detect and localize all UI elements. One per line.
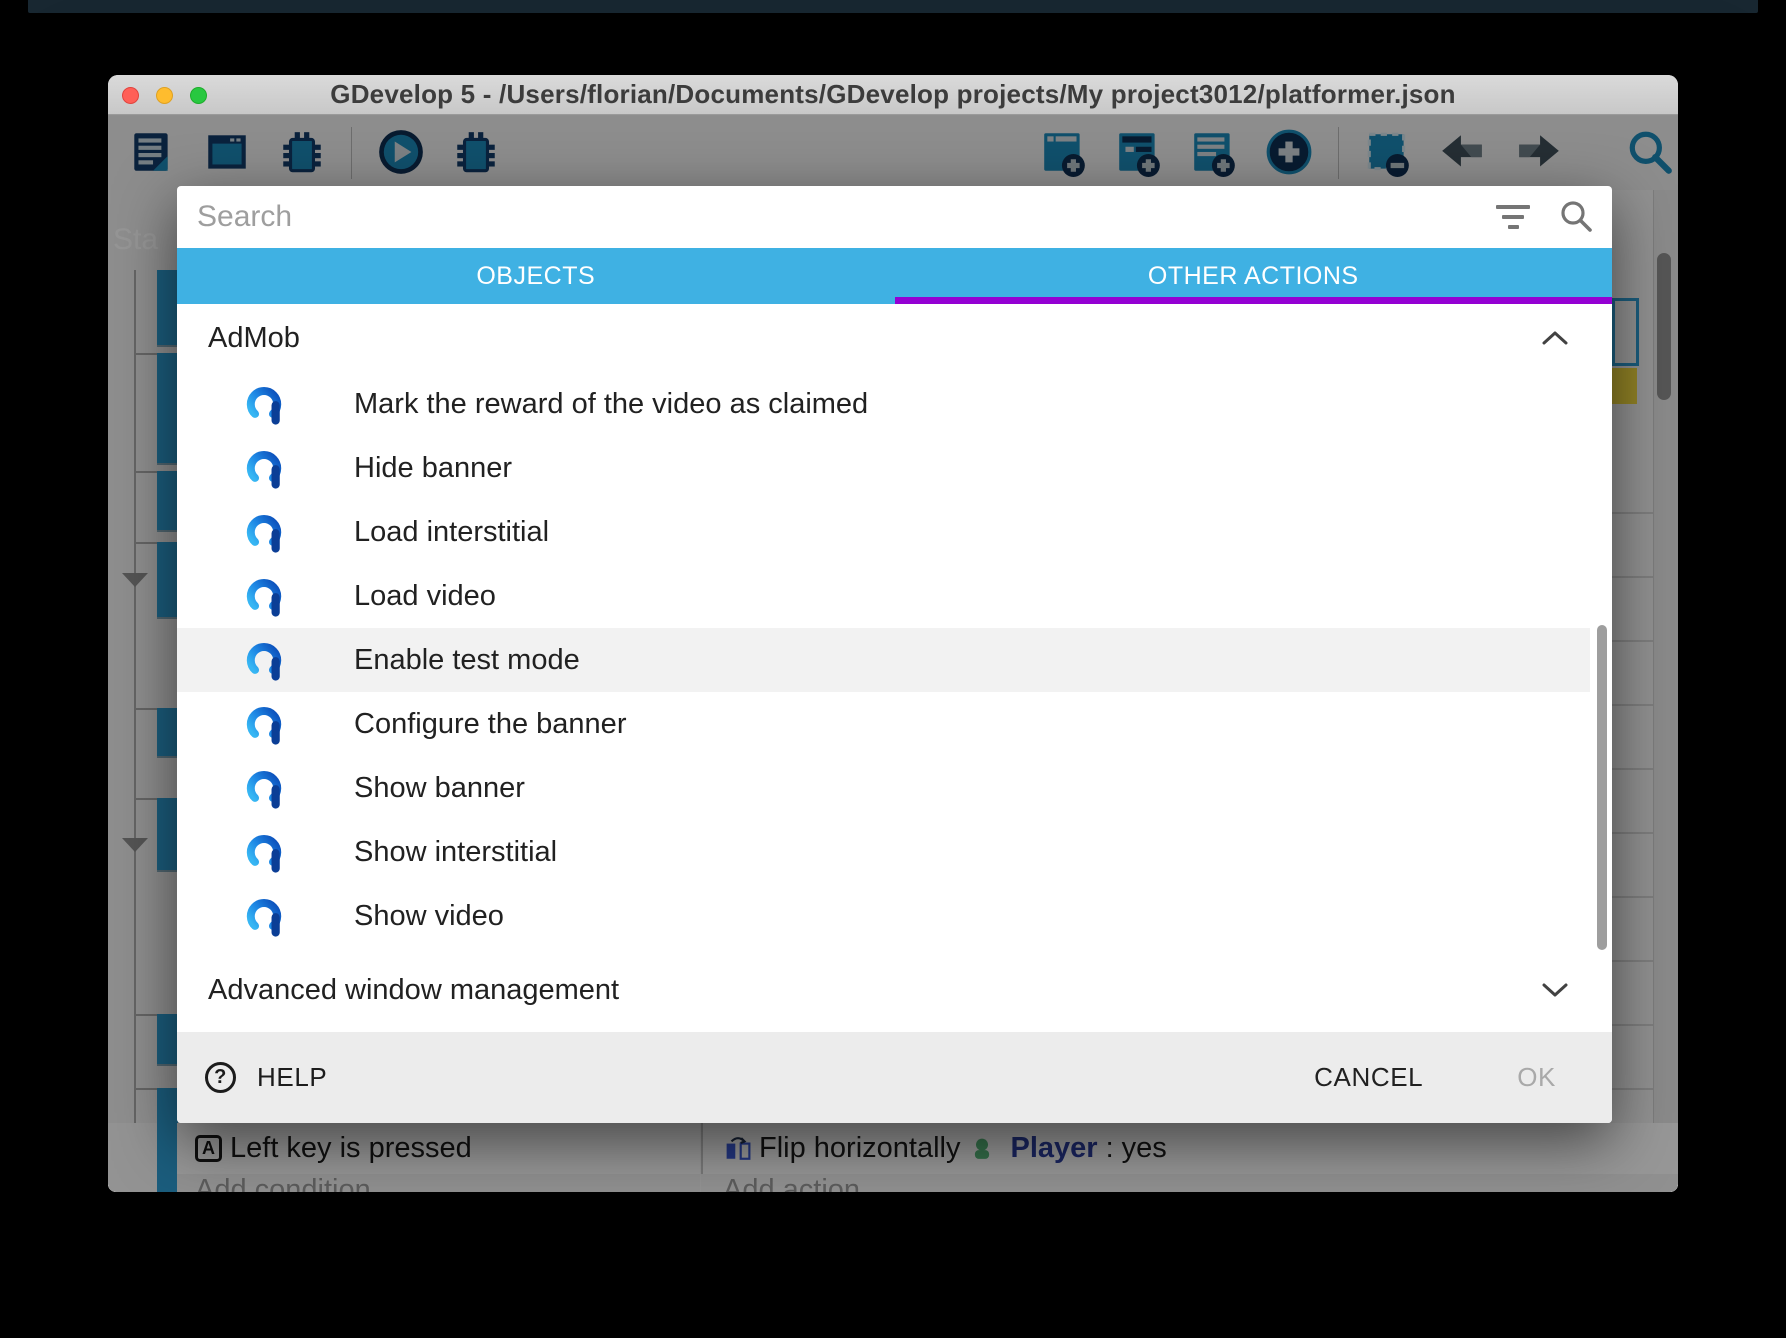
search-input[interactable]	[195, 199, 1494, 235]
help-button[interactable]: ? HELP	[205, 1062, 327, 1093]
tab-other-actions[interactable]: OTHER ACTIONS	[895, 248, 1613, 304]
action-label: Load interstitial	[354, 516, 549, 549]
action-label: Mark the reward of the video as claimed	[354, 388, 868, 421]
action-label: Hide banner	[354, 452, 512, 485]
cancel-button[interactable]: CANCEL	[1314, 1062, 1423, 1093]
admob-icon	[245, 382, 285, 426]
admob-icon	[245, 638, 285, 682]
close-window-button[interactable]	[122, 87, 139, 104]
window-title: GDevelop 5 - /Users/florian/Documents/GD…	[330, 79, 1455, 110]
chevron-down-icon	[1540, 980, 1570, 1000]
dialog-tabs: OBJECTS OTHER ACTIONS	[177, 248, 1612, 304]
traffic-lights	[122, 75, 207, 115]
ok-button[interactable]: OK	[1517, 1062, 1556, 1093]
search-icon[interactable]	[1558, 199, 1594, 235]
list-scrollbar-thumb[interactable]	[1597, 625, 1607, 950]
action-label: Enable test mode	[354, 644, 580, 677]
action-list-item-selected[interactable]: Enable test mode	[177, 628, 1590, 692]
admob-icon	[245, 766, 285, 810]
action-list-item[interactable]: Show video	[177, 884, 1612, 948]
admob-icon	[245, 894, 285, 938]
action-list-item[interactable]: Configure the banner	[177, 692, 1612, 756]
actions-list: AdMob Mark the reward of the video as cl…	[177, 304, 1612, 1032]
admob-icon	[245, 574, 285, 618]
admob-icon	[245, 446, 285, 490]
action-label: Show banner	[354, 772, 525, 805]
action-list-item[interactable]: Show banner	[177, 756, 1612, 820]
chevron-up-icon	[1540, 328, 1570, 348]
action-list-item[interactable]: Mark the reward of the video as claimed	[177, 372, 1612, 436]
section-title: Advanced window management	[208, 974, 619, 1007]
help-label: HELP	[257, 1062, 327, 1093]
tab-objects[interactable]: OBJECTS	[177, 248, 895, 304]
admob-icon	[245, 510, 285, 554]
dialog-footer: ? HELP CANCEL OK	[177, 1032, 1612, 1123]
zoom-window-button[interactable]	[190, 87, 207, 104]
action-list-item[interactable]: Load video	[177, 564, 1612, 628]
action-label: Show video	[354, 900, 504, 933]
section-header-advanced-window-management[interactable]: Advanced window management	[177, 948, 1612, 1032]
action-label: Configure the banner	[354, 708, 626, 741]
action-list-item[interactable]: Load interstitial	[177, 500, 1612, 564]
admob-icon	[245, 702, 285, 746]
action-list-item[interactable]: Hide banner	[177, 436, 1612, 500]
section-header-admob[interactable]: AdMob	[177, 304, 1612, 372]
action-label: Show interstitial	[354, 836, 557, 869]
screen-top-strip	[28, 0, 1758, 13]
filter-icon[interactable]	[1494, 202, 1532, 232]
help-icon: ?	[205, 1062, 236, 1093]
search-bar	[177, 186, 1612, 248]
minimize-window-button[interactable]	[156, 87, 173, 104]
action-label: Load video	[354, 580, 496, 613]
screen: GDevelop 5 - /Users/florian/Documents/GD…	[0, 0, 1786, 1338]
admob-icon	[245, 830, 285, 874]
action-list-item[interactable]: Show interstitial	[177, 820, 1612, 884]
section-title: AdMob	[208, 322, 300, 355]
choose-action-dialog: OBJECTS OTHER ACTIONS AdMob Mark the rew…	[177, 186, 1612, 1123]
window-titlebar: GDevelop 5 - /Users/florian/Documents/GD…	[108, 75, 1678, 115]
